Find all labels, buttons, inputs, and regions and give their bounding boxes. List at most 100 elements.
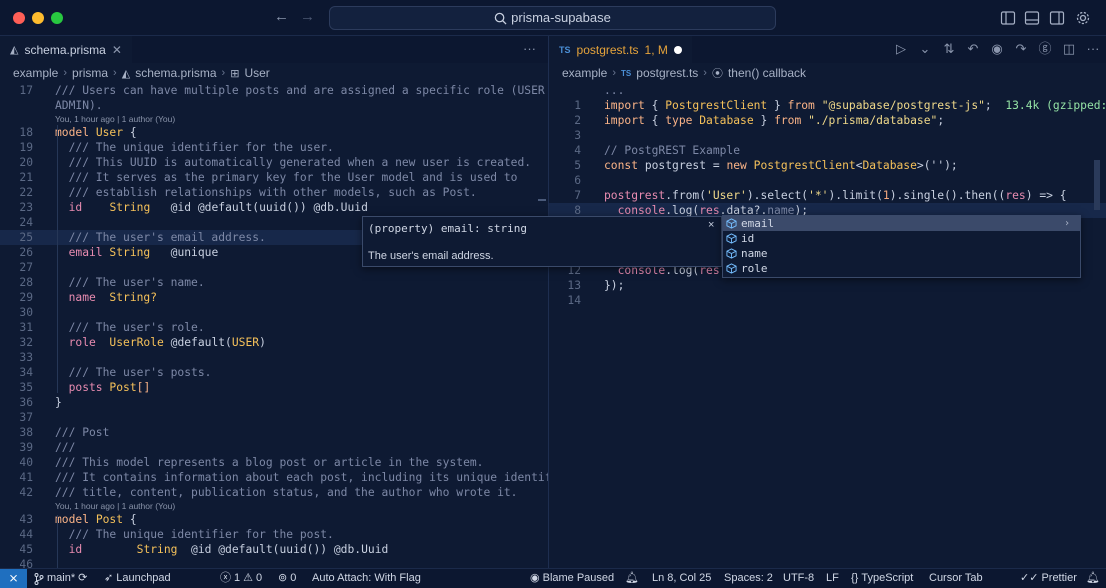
run-icon[interactable]: ▷ — [894, 42, 908, 56]
code-line[interactable]: 38 /// Post — [0, 425, 548, 440]
suggestion-item[interactable]: role — [723, 261, 1080, 276]
window-minimize-button[interactable] — [32, 12, 44, 24]
settings-gear-icon[interactable] — [1075, 10, 1091, 26]
blame-icon: ◉ — [530, 572, 540, 584]
more-actions-icon[interactable]: ··· — [523, 41, 536, 56]
code-line[interactable]: ADMIN). — [0, 98, 548, 113]
split-editor-icon[interactable]: ◫ — [1062, 42, 1076, 56]
code-line[interactable]: 31 /// The user's role. — [0, 320, 548, 335]
inline-blame-annotation[interactable]: You, 1 hour ago | 1 author (You) — [0, 500, 548, 512]
code-line[interactable]: 6 — [549, 173, 1106, 188]
code-line[interactable]: 39 /// — [0, 440, 548, 455]
code-line[interactable]: 13}); — [549, 278, 1106, 293]
blame-status[interactable]: ◉ Blame Paused — [530, 569, 614, 588]
remote-indicator-icon[interactable]: ⨯ — [0, 569, 27, 588]
bell-icon[interactable]: 🔔︎ — [625, 569, 639, 588]
code-line[interactable]: 28 /// The user's name. — [0, 275, 548, 290]
read-more-chevron-icon[interactable]: › — [1064, 216, 1070, 231]
code-line[interactable]: 23 id String @id @default(uuid()) @db.Uu… — [0, 200, 548, 215]
close-icon[interactable]: × — [708, 219, 714, 231]
code-line[interactable]: 45 id String @id @default(uuid()) @db.Uu… — [0, 542, 548, 557]
breadcrumb-item[interactable]: User — [244, 66, 269, 80]
left-code-editor[interactable]: 17 /// Users can have multiple posts and … — [0, 83, 548, 568]
code-line[interactable]: 18 model User { — [0, 125, 548, 140]
unsaved-dot-icon[interactable] — [673, 45, 682, 54]
code-line[interactable]: ... — [549, 83, 1106, 98]
code-line[interactable]: 37 — [0, 410, 548, 425]
problems-status[interactable]: ⓧ 1 ⚠ 0 — [220, 569, 262, 588]
code-line[interactable]: 4 // PostgREST Example — [549, 143, 1106, 158]
auto-attach-status[interactable]: Auto Attach: With Flag — [312, 569, 421, 588]
breadcrumb-item[interactable]: example — [562, 66, 607, 80]
code-line[interactable]: 35 posts Post[] — [0, 380, 548, 395]
code-line[interactable]: 30 — [0, 305, 548, 320]
code-line[interactable]: 34 /// The user's posts. — [0, 365, 548, 380]
cursor-position[interactable]: Ln 8, Col 25 — [652, 569, 711, 588]
breadcrumb-item[interactable]: then() callback — [728, 66, 806, 80]
source-control-compare-icon[interactable]: ⇅ — [942, 42, 956, 56]
cursor-tab-status[interactable]: Cursor Tab — [929, 569, 983, 588]
code-line[interactable]: 44 /// The unique identifier for the pos… — [0, 527, 548, 542]
code-line[interactable]: 3 — [549, 128, 1106, 143]
code-line[interactable]: 33 — [0, 350, 548, 365]
code-line[interactable]: 7 postgrest.from('User').select('*').limi… — [549, 188, 1106, 203]
toggle-panel-icon[interactable] — [1024, 10, 1040, 26]
prettier-status[interactable]: ✓✓ Prettier — [1020, 569, 1077, 588]
back-arrow-icon[interactable]: ← — [274, 8, 289, 25]
sync-icon[interactable]: ⟳ — [78, 569, 87, 588]
close-icon[interactable]: ✕ — [112, 43, 122, 57]
launchpad-status[interactable]: ➶ Launchpad — [104, 569, 171, 588]
suggestion-item[interactable]: name — [723, 246, 1080, 261]
encoding[interactable]: UTF-8 — [783, 569, 814, 588]
code-line[interactable]: 43 model Post { — [0, 512, 548, 527]
code-line[interactable]: 1 import { PostgrestClient } from "@supab… — [549, 98, 1106, 113]
end-of-line[interactable]: LF — [826, 569, 839, 588]
code-line[interactable]: 14 — [549, 293, 1106, 308]
breadcrumb-item[interactable]: prisma — [72, 66, 108, 80]
code-line[interactable]: 21 /// It serves as the primary key for … — [0, 170, 548, 185]
code-line[interactable]: 46 — [0, 557, 548, 568]
indentation[interactable]: Spaces: 2 — [724, 569, 773, 588]
code-line[interactable]: 17 /// Users can have multiple posts and … — [0, 83, 548, 98]
suggestion-item[interactable]: id — [723, 231, 1080, 246]
code-line[interactable]: 19 /// The unique identifier for the use… — [0, 140, 548, 155]
suggestion-list[interactable]: email › id name role — [722, 215, 1081, 278]
suggestion-item[interactable]: email › — [723, 216, 1080, 231]
go-back-change-icon[interactable]: ↶ — [966, 42, 980, 56]
more-actions-icon[interactable]: ··· — [1086, 42, 1100, 56]
go-forward-change-icon[interactable]: ↷ — [1014, 42, 1028, 56]
command-center-search[interactable]: prisma-supabase — [329, 6, 776, 30]
notifications-bell-icon[interactable]: 🔔︎ — [1086, 569, 1100, 588]
code-line[interactable]: 5 const postgrest = new PostgrestClient<D… — [549, 158, 1106, 173]
code-line[interactable]: 29 name String? — [0, 290, 548, 305]
code-line[interactable]: 2 import { type Database } from "./prisma… — [549, 113, 1106, 128]
window-close-button[interactable] — [13, 12, 25, 24]
ports-status[interactable]: ⊚ 0 — [278, 569, 296, 588]
run-dropdown-icon[interactable]: ⌄ — [918, 42, 932, 56]
tab-schema-prisma[interactable]: ◭ schema.prisma ✕ — [0, 36, 132, 63]
open-changes-icon[interactable]: ◉ — [990, 42, 1004, 56]
language-label: TypeScript — [861, 572, 914, 584]
tab-postgrest-ts[interactable]: TS postgrest.ts 1, M — [549, 36, 692, 63]
forward-arrow-icon[interactable]: → — [300, 8, 315, 25]
toggle-primary-sidebar-icon[interactable] — [1000, 10, 1016, 26]
window-maximize-button[interactable] — [51, 12, 63, 24]
code-line[interactable]: 41 /// It contains information about each… — [0, 470, 548, 485]
scrollbar-thumb[interactable] — [1094, 160, 1100, 210]
breadcrumb-item[interactable]: schema.prisma — [135, 66, 216, 80]
branch-status[interactable]: main* ⟳ — [34, 569, 87, 588]
language-mode[interactable]: {} TypeScript — [851, 569, 913, 588]
code-line[interactable]: 22 /// establish relationships with othe… — [0, 185, 548, 200]
breadcrumb-item[interactable]: postgrest.ts — [636, 66, 698, 80]
toggle-secondary-sidebar-icon[interactable] — [1049, 10, 1065, 26]
code-line[interactable]: 32 role UserRole @default(USER) — [0, 335, 548, 350]
inline-blame-annotation[interactable]: You, 1 hour ago | 1 author (You) — [0, 113, 548, 125]
code-line[interactable]: 36} — [0, 395, 548, 410]
code-line[interactable]: 42 /// title, content, publication status… — [0, 485, 548, 500]
breadcrumb-item[interactable]: example — [13, 66, 58, 80]
typescript-file-icon: TS — [559, 44, 571, 55]
code-line[interactable]: 20 /// This UUID is automatically genera… — [0, 155, 548, 170]
code-line[interactable]: 40 /// This model represents a blog post … — [0, 455, 548, 470]
gitlens-icon[interactable]: ⓖ — [1038, 42, 1052, 56]
line-number: 7 — [574, 189, 581, 202]
